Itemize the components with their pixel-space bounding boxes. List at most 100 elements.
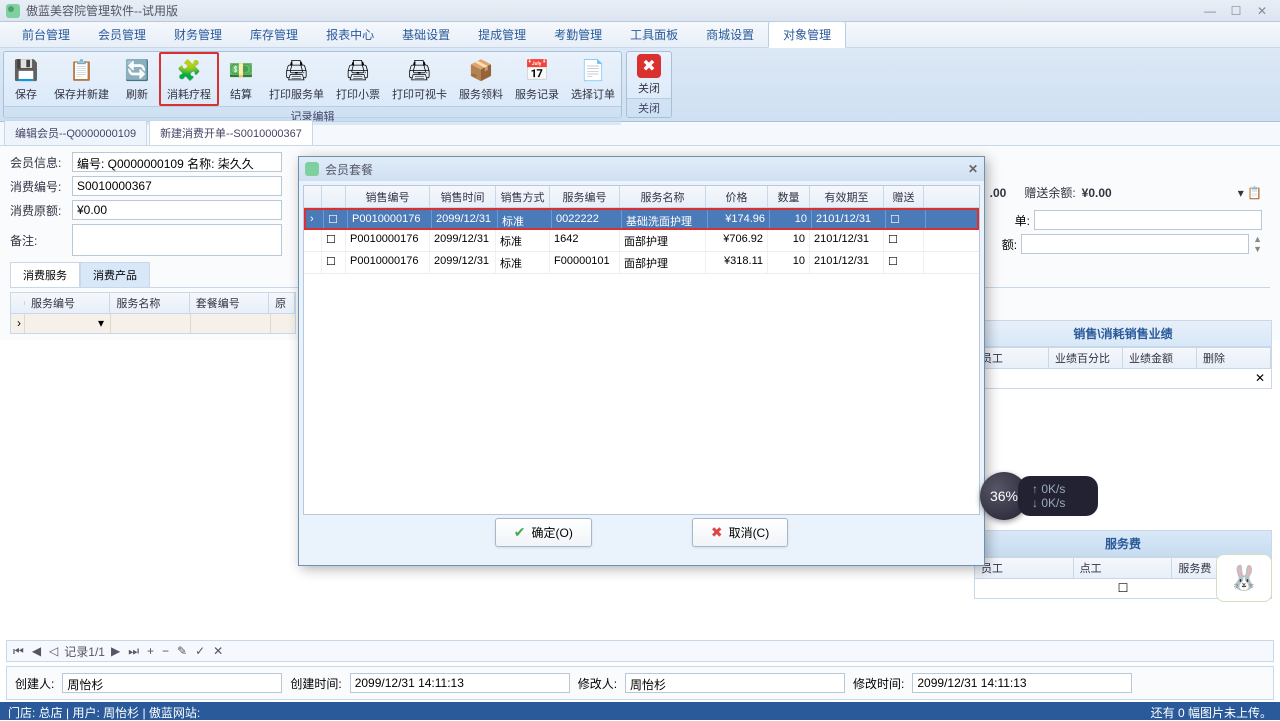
nav-prev-icon[interactable]: ◀ — [30, 644, 43, 658]
ribbon-btn-9[interactable]: 📅服务记录 — [509, 52, 565, 106]
cancel-button[interactable]: ✖ 取消(C) — [692, 518, 788, 547]
ribbon-btn-6[interactable]: 🖨打印小票 — [330, 52, 386, 106]
dlg-col[interactable]: 销售方式 — [496, 186, 550, 207]
menu-6[interactable]: 提成管理 — [464, 22, 540, 47]
ribbon-icon: 💵 — [227, 56, 255, 84]
member-label: 会员信息: — [10, 154, 66, 171]
close-button[interactable]: ✖ 关闭 — [627, 52, 671, 98]
ribbon-icon: 💾 — [12, 56, 40, 84]
subtab-1[interactable]: 消费产品 — [80, 262, 150, 287]
menu-8[interactable]: 工具面板 — [616, 22, 692, 47]
dlg-col[interactable]: 服务编号 — [550, 186, 620, 207]
unit-field[interactable] — [1034, 210, 1262, 230]
mascot-icon: 🐰 — [1216, 554, 1272, 602]
menu-4[interactable]: 报表中心 — [312, 22, 388, 47]
status-right: 还有 0 幅图片未上传。 — [1151, 704, 1272, 718]
subtab-0[interactable]: 消费服务 — [10, 262, 80, 287]
nav-add-icon[interactable]: + — [145, 644, 156, 658]
ribbon-icon: 📋 — [68, 56, 96, 84]
menu-1[interactable]: 会员管理 — [84, 22, 160, 47]
app-title: 傲蓝美容院管理软件--试用版 — [26, 2, 178, 19]
rp-col[interactable]: 业绩百分比 — [1049, 348, 1123, 368]
menubar: 前台管理会员管理财务管理库存管理报表中心基础设置提成管理考勤管理工具面板商城设置… — [0, 22, 1280, 48]
dialog-title: 会员套餐 — [325, 161, 373, 178]
dlg-col[interactable] — [304, 186, 322, 207]
grid-col[interactable]: 服务名称 — [110, 293, 189, 313]
menu-2[interactable]: 财务管理 — [160, 22, 236, 47]
dlg-col[interactable] — [322, 186, 346, 207]
member-package-dialog: 会员套餐 ✕ 销售编号销售时间销售方式服务编号服务名称价格数量有效期至赠送 ›☐… — [298, 156, 985, 566]
status-left: 门店: 总店 | 用户: 周怡杉 | 傲蓝网站: — [8, 704, 200, 718]
ribbon-btn-4[interactable]: 💵结算 — [219, 52, 263, 106]
grid-header: 服务编号服务名称套餐编号原 — [10, 292, 296, 314]
minimize-icon[interactable]: — — [1198, 3, 1222, 19]
menu-9[interactable]: 商城设置 — [692, 22, 768, 47]
ribbon-btn-1[interactable]: 📋保存并新建 — [48, 52, 115, 106]
nav-next-icon[interactable]: ▶ — [109, 644, 122, 658]
dlg-col[interactable]: 销售时间 — [430, 186, 496, 207]
dlg-row[interactable]: ☐P00100001762099/12/31标准1642面部护理¥706.921… — [304, 230, 979, 252]
dlg-col[interactable]: 赠送 — [884, 186, 924, 207]
ribbon-btn-2[interactable]: 🔄刷新 — [115, 52, 159, 106]
ribbon-btn-10[interactable]: 📄选择订单 — [565, 52, 621, 106]
nav-check-icon[interactable]: ✓ — [193, 644, 207, 658]
ribbon-btn-3[interactable]: 🧩消耗疗程 — [159, 52, 219, 106]
nav-cancel-icon[interactable]: ✕ — [211, 644, 225, 658]
dlg-col[interactable]: 数量 — [768, 186, 810, 207]
close-icon[interactable]: ✕ — [1250, 3, 1274, 19]
sf-col[interactable]: 点工 — [1074, 558, 1173, 578]
menu-10[interactable]: 对象管理 — [768, 21, 846, 48]
remark-field[interactable] — [72, 224, 282, 256]
dialog-titlebar: 会员套餐 ✕ — [299, 157, 984, 181]
e-field[interactable] — [1021, 234, 1249, 254]
ribbon-btn-8[interactable]: 📦服务领料 — [453, 52, 509, 106]
nav-prevpg-icon[interactable]: ◁ — [47, 644, 60, 658]
gift-value: ¥0.00 — [1082, 186, 1112, 200]
dlg-col[interactable]: 价格 — [706, 186, 768, 207]
record-indicator: 记录1/1 — [64, 643, 105, 660]
maximize-icon[interactable]: ☐ — [1224, 3, 1248, 19]
doc-tab-1[interactable]: 新建消费开单--S0010000367 — [149, 120, 313, 145]
grid-row[interactable]: › ▾ — [10, 314, 296, 334]
grid-col[interactable] — [11, 301, 25, 305]
rp-col[interactable]: 员工 — [975, 348, 1049, 368]
nav-edit-icon[interactable]: ✎ — [175, 644, 189, 658]
ribbon-btn-0[interactable]: 💾保存 — [4, 52, 48, 106]
menu-0[interactable]: 前台管理 — [8, 22, 84, 47]
sf-col[interactable]: 员工 — [975, 558, 1074, 578]
grid-col[interactable]: 原 — [269, 293, 295, 313]
dlg-col[interactable]: 服务名称 — [620, 186, 706, 207]
orig-amt-label: 消费原额: — [10, 202, 66, 219]
consume-no-label: 消费编号: — [10, 178, 66, 195]
ribbon-icon: 🔄 — [123, 56, 151, 84]
dialog-close-icon[interactable]: ✕ — [968, 162, 978, 176]
gift-label: 赠送余额: — [1024, 184, 1075, 201]
menu-7[interactable]: 考勤管理 — [540, 22, 616, 47]
dlg-row[interactable]: ›☐P00100001762099/12/31标准0022222基础洗面护理¥1… — [304, 208, 979, 230]
dlg-row[interactable]: ☐P00100001762099/12/31标准F00000101面部护理¥31… — [304, 252, 979, 274]
dlg-col[interactable]: 销售编号 — [346, 186, 430, 207]
ribbon-btn-5[interactable]: 🖨打印服务单 — [263, 52, 330, 106]
dialog-grid: 销售编号销售时间销售方式服务编号服务名称价格数量有效期至赠送 ›☐P001000… — [303, 185, 980, 515]
consume-no-field[interactable]: S0010000367 — [72, 176, 282, 196]
net-up: ↑ 0K/s — [1032, 482, 1098, 496]
check-icon: ✔ — [514, 524, 526, 541]
nav-last-icon[interactable]: ⏭ — [126, 644, 141, 659]
ribbon-btn-7[interactable]: 🖨打印可视卡 — [386, 52, 453, 106]
grid-col[interactable]: 服务编号 — [25, 293, 110, 313]
nav-del-icon[interactable]: − — [160, 644, 171, 658]
grid-col[interactable]: 套餐编号 — [190, 293, 269, 313]
dlg-col[interactable]: 有效期至 — [810, 186, 884, 207]
rp-col[interactable]: 删除 — [1197, 348, 1271, 368]
menu-3[interactable]: 库存管理 — [236, 22, 312, 47]
remark-label: 备注: — [10, 232, 66, 249]
titlebar: 傲蓝美容院管理软件--试用版 — ☐ ✕ — [0, 0, 1280, 22]
svcfee-title: 服务费 — [974, 530, 1272, 557]
nav-first-icon[interactable]: ⏮ — [11, 644, 26, 659]
rp-col[interactable]: 业绩金额 — [1123, 348, 1197, 368]
doc-tab-0[interactable]: 编辑会员--Q0000000109 — [4, 120, 147, 145]
ok-button[interactable]: ✔ 确定(O) — [495, 518, 592, 547]
net-down: ↓ 0K/s — [1032, 496, 1098, 510]
ribbon-icon: 🖨 — [283, 56, 311, 84]
menu-5[interactable]: 基础设置 — [388, 22, 464, 47]
